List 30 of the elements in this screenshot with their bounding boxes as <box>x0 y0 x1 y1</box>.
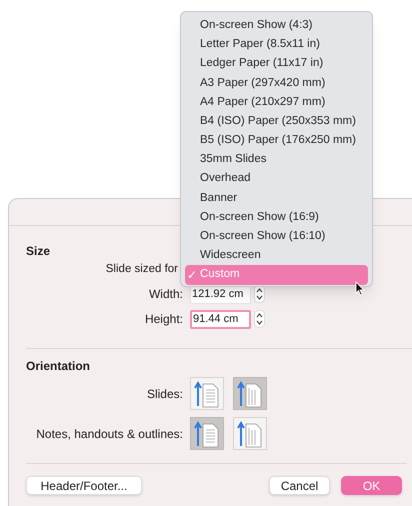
menu-item[interactable]: Widescreen <box>185 246 368 266</box>
stepper-icon[interactable] <box>254 285 265 303</box>
menu-item[interactable]: A4 Paper (210x297 mm) <box>185 92 368 112</box>
field-label: Slides: <box>146 386 183 402</box>
landscape-orientation-button[interactable] <box>233 417 267 450</box>
menu-item[interactable]: 35mm Slides <box>185 150 368 170</box>
menu-item[interactable]: On-screen Show (16:9) <box>185 208 368 228</box>
landscape-orientation-button[interactable] <box>233 377 267 410</box>
menu-item[interactable]: Letter Paper (8.5x11 in) <box>185 35 368 54</box>
menu-item[interactable]: A3 Paper (297x420 mm) <box>185 74 368 93</box>
portrait-orientation-button[interactable] <box>190 377 224 410</box>
portrait-orientation-button[interactable] <box>190 417 224 450</box>
menu-item[interactable]: Ledger Paper (11x17 in) <box>185 54 368 74</box>
section-heading: Size <box>26 243 50 258</box>
field-label: Height: <box>144 311 183 328</box>
pointer-icon <box>355 281 365 296</box>
cancel-button[interactable]: Cancel <box>269 476 330 495</box>
field-label: Slide sized for <box>104 262 178 278</box>
menu-item[interactable]: B4 (ISO) Paper (250x353 mm) <box>185 112 368 132</box>
section-heading: Orientation <box>26 358 90 373</box>
stepper-icon[interactable] <box>254 310 265 328</box>
field-label: Width: <box>148 286 183 303</box>
menu-item[interactable]: On-screen Show (16:10) <box>185 227 368 246</box>
menu-item[interactable]: B5 (ISO) Paper (176x250 mm) <box>185 131 368 150</box>
menu-item[interactable]: On-screen Show (4:3) <box>185 16 368 36</box>
menu-item[interactable]: Overhead <box>185 170 368 189</box>
field-label: Notes, handouts & outlines: <box>35 426 183 442</box>
header-footer-button[interactable]: Header/Footer... <box>26 476 142 495</box>
menu-item[interactable]: Banner <box>185 188 368 208</box>
number-field[interactable]: 91.44 cm <box>190 310 251 328</box>
